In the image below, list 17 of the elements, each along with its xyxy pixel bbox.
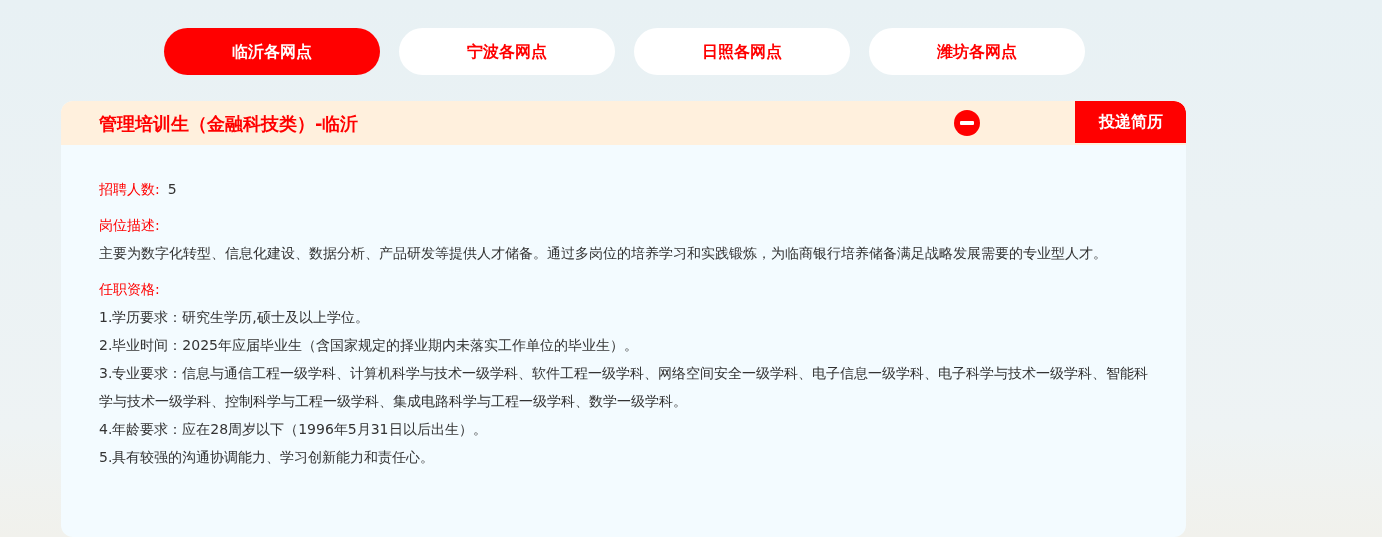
section-heading: 岗位描述:	[99, 216, 160, 235]
region-tab[interactable]: 日照各网点	[634, 28, 850, 75]
apply-button[interactable]: 投递简历	[1075, 101, 1186, 143]
region-tab[interactable]: 宁波各网点	[399, 28, 615, 75]
collapse-icon[interactable]	[953, 109, 981, 137]
description-text: 5.具有较强的沟通协调能力、学习创新能力和责任心。	[99, 448, 436, 467]
region-tab[interactable]: 临沂各网点	[164, 28, 380, 75]
description-text: 主要为数字化转型、信息化建设、数据分析、产品研发等提供人才储备。通过多岗位的培养学习和实践锻炼，为临商银行培养储备满足战略发展需要的专业型人才。	[99, 244, 1108, 263]
description-text: 2.毕业时间：2025年应届毕业生（含国家规定的择业期内未落实工作单位的毕业生）。	[99, 336, 639, 355]
description-text: 4.年龄要求：应在28周岁以下（1996年5月31日以后出生）。	[99, 420, 488, 439]
field-label: 招聘人数:	[99, 180, 160, 199]
description-text: 1.学历要求：研究生学历,硕士及以上学位。	[99, 308, 370, 327]
section-heading: 任职资格:	[99, 280, 160, 299]
field-value: 5	[167, 180, 177, 199]
job-title: 管理培训生（金融科技类）-临沂	[98, 111, 360, 136]
description-text: 3.专业要求：信息与通信工程一级学科、计算机科学与技术一级学科、软件工程一级学科、网络空间安全一级学科、电子信息一级学科、电子科学与技术一级学科、智能科学与技术一级学科、控制科学与工程一级学科、集成电路科学与工程一级学科、数学一级学科。	[99, 364, 1150, 411]
region-tab[interactable]: 潍坊各网点	[869, 28, 1085, 75]
